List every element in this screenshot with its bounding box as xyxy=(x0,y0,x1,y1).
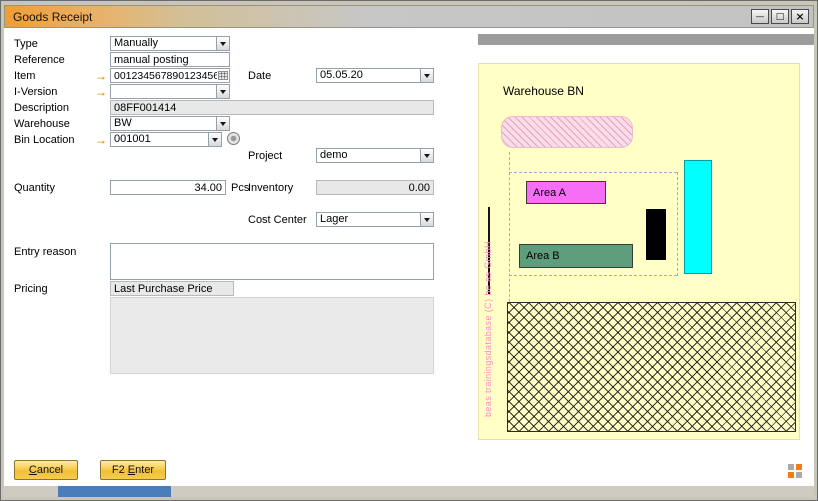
binlocation-select[interactable]: 001001 xyxy=(110,132,222,147)
warehouse-select[interactable]: BW xyxy=(110,116,230,131)
project-select[interactable]: demo xyxy=(316,148,434,163)
cancel-button-label: Cancel xyxy=(29,464,63,476)
project-label: Project xyxy=(248,150,282,162)
binlocation-value: 001001 xyxy=(111,133,208,146)
description-field: 08FF001414 xyxy=(110,100,434,115)
iversion-value xyxy=(111,85,216,98)
quantity-input[interactable] xyxy=(110,180,226,195)
bin-selection-icon[interactable] xyxy=(227,132,240,145)
item-label: Item xyxy=(14,70,35,82)
maximize-button[interactable]: □ xyxy=(771,9,789,24)
iversion-link-arrow-icon[interactable]: → xyxy=(95,86,107,98)
area-a-label: Area A xyxy=(533,187,566,199)
pricing-field: Last Purchase Price xyxy=(110,281,234,296)
choose-from-list-icon[interactable] xyxy=(218,71,228,80)
dropdown-arrow-icon[interactable] xyxy=(208,133,221,146)
dropdown-arrow-icon[interactable] xyxy=(216,37,229,50)
dropdown-arrow-icon[interactable] xyxy=(420,213,433,226)
dropdown-arrow-icon[interactable] xyxy=(420,149,433,162)
dropdown-arrow-icon[interactable] xyxy=(420,69,433,82)
grid-square xyxy=(788,464,794,470)
status-bar xyxy=(4,486,814,497)
quantity-unit: Pcs xyxy=(231,182,249,194)
route-dashed-line xyxy=(677,172,678,276)
quantity-label: Quantity xyxy=(14,182,55,194)
grid-square xyxy=(796,464,802,470)
form-body: Type Manually Reference → Item Date 05.0… xyxy=(4,28,814,486)
project-value: demo xyxy=(317,149,420,162)
dropdown-arrow-icon[interactable] xyxy=(216,117,229,130)
zone-black-rack[interactable] xyxy=(646,209,666,260)
gray-divider-bar xyxy=(478,34,814,45)
zone-crosshatch-storage[interactable] xyxy=(507,302,796,432)
reference-label: Reference xyxy=(14,54,65,66)
f2-enter-button-label: F2 Enter xyxy=(112,464,154,476)
item-input[interactable] xyxy=(111,70,218,82)
zone-pink-hatched[interactable] xyxy=(501,116,633,148)
cancel-button[interactable]: Cancel xyxy=(14,460,78,480)
date-label: Date xyxy=(248,70,271,82)
route-dashed-line xyxy=(509,172,677,173)
window-title: Goods Receipt xyxy=(13,10,92,24)
goods-receipt-window: Goods Receipt — □ × Type Manually Refere… xyxy=(0,0,818,501)
costcenter-select[interactable]: Lager xyxy=(316,212,434,227)
area-b-label: Area B xyxy=(526,250,560,262)
pricing-value: Last Purchase Price xyxy=(114,283,212,295)
minimize-button[interactable]: — xyxy=(751,9,769,24)
binlocation-label: Bin Location xyxy=(14,134,75,146)
window-controls: — □ × xyxy=(751,9,809,24)
item-link-arrow-icon[interactable]: → xyxy=(95,70,107,82)
inventory-label: Inventory xyxy=(248,182,293,194)
zone-cyan-rack[interactable] xyxy=(684,160,712,274)
dropdown-arrow-icon[interactable] xyxy=(216,85,229,98)
type-label: Type xyxy=(14,38,38,50)
status-progress-segment xyxy=(58,486,171,497)
zone-area-b[interactable]: Area B xyxy=(519,244,633,268)
iversion-select[interactable] xyxy=(110,84,230,99)
item-input-wrap[interactable] xyxy=(110,68,230,83)
date-select[interactable]: 05.05.20 xyxy=(316,68,434,83)
titlebar[interactable]: Goods Receipt — □ × xyxy=(4,5,814,28)
description-value: 08FF001414 xyxy=(114,102,176,114)
entryreason-input[interactable] xyxy=(110,243,434,280)
warehouse-map-title: Warehouse BN xyxy=(503,84,584,98)
route-dashed-line xyxy=(509,152,510,302)
type-select[interactable]: Manually xyxy=(110,36,230,51)
corner-grid-icon[interactable] xyxy=(788,464,802,478)
zone-area-a[interactable]: Area A xyxy=(526,181,606,204)
inventory-value: 0.00 xyxy=(409,182,430,194)
grid-square xyxy=(796,472,802,478)
route-dashed-line xyxy=(509,275,677,276)
binlocation-link-arrow-icon[interactable]: → xyxy=(95,134,107,146)
warehouse-label: Warehouse xyxy=(14,118,70,130)
type-value: Manually xyxy=(111,37,216,50)
warehouse-value: BW xyxy=(111,117,216,130)
iversion-label: I-Version xyxy=(14,86,57,98)
reference-input[interactable] xyxy=(110,52,230,67)
costcenter-label: Cost Center xyxy=(248,214,307,226)
warehouse-map-panel: Warehouse BN Area A Area B beas training… xyxy=(478,63,800,440)
entryreason-label: Entry reason xyxy=(14,246,76,258)
watermark-text: beas trainingsdatabase (C) be as GmbH xyxy=(483,245,493,417)
costcenter-value: Lager xyxy=(317,213,420,226)
pricing-label: Pricing xyxy=(14,283,48,295)
inventory-field: 0.00 xyxy=(316,180,434,195)
description-label: Description xyxy=(14,102,69,114)
pricing-detail-panel xyxy=(110,297,434,374)
grid-square xyxy=(788,472,794,478)
date-value: 05.05.20 xyxy=(317,69,420,82)
f2-enter-button[interactable]: F2 Enter xyxy=(100,460,166,480)
close-button[interactable]: × xyxy=(791,9,809,24)
